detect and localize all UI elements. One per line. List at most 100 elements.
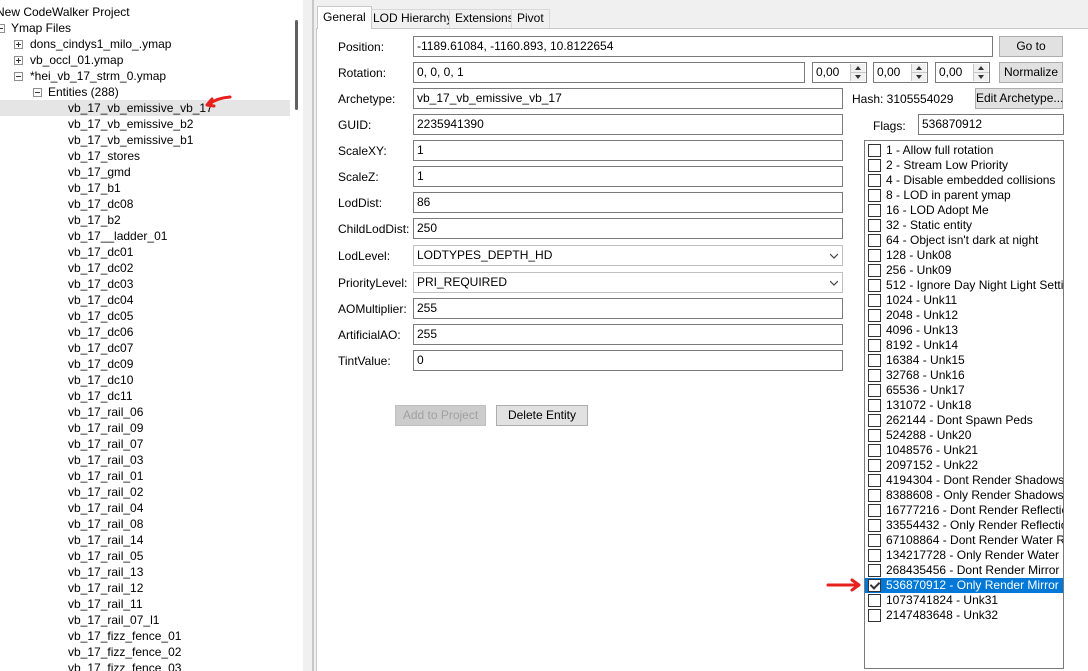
tintvalue-input[interactable]: 0 [413, 350, 843, 371]
checkbox-checked-icon[interactable] [868, 579, 881, 592]
go-to-button[interactable]: Go to [999, 36, 1063, 57]
flag-item[interactable]: 2048 - Unk12 [865, 308, 1063, 323]
flag-item[interactable]: 2147483648 - Unk32 [865, 608, 1063, 623]
flag-item[interactable]: 67108864 - Dont Render Water Reflections [865, 533, 1063, 548]
scalexy-input[interactable]: 1 [413, 140, 843, 161]
checkbox-icon[interactable] [868, 159, 881, 172]
childloddist-input[interactable]: 250 [413, 218, 843, 239]
checkbox-icon[interactable] [868, 564, 881, 577]
tree-node-entity[interactable]: vb_17_rail_07_l1 [0, 612, 290, 628]
checkbox-icon[interactable] [868, 339, 881, 352]
flag-item[interactable]: 1073741824 - Unk31 [865, 593, 1063, 608]
tree-node-entity[interactable]: vb_17_rail_11 [0, 596, 290, 612]
tree-node-entity[interactable]: vb_17_fizz_fence_02 [0, 644, 290, 660]
checkbox-icon[interactable] [868, 324, 881, 337]
tree-node-entity[interactable]: vb_17_vb_emissive_b2 [0, 116, 290, 132]
tree-node-entity[interactable]: vb_17_rail_02 [0, 484, 290, 500]
tree-node-entity[interactable]: vb_17_dc07 [0, 340, 290, 356]
tab-extensions[interactable]: Extensions [449, 9, 520, 28]
tree-node-entity[interactable]: vb_17_rail_06 [0, 404, 290, 420]
tree-node-entity[interactable]: vb_17_gmd [0, 164, 290, 180]
checkbox-icon[interactable] [868, 354, 881, 367]
tree-node-entity[interactable]: vb_17_dc08 [0, 196, 290, 212]
flag-item[interactable]: 33554432 - Only Render Reflections [865, 518, 1063, 533]
flag-item[interactable]: 524288 - Unk20 [865, 428, 1063, 443]
tree-node-entity[interactable]: vb_17_fizz_fence_03 [0, 660, 290, 671]
checkbox-icon[interactable] [868, 279, 881, 292]
artificialao-input[interactable]: 255 [413, 324, 843, 345]
rotation-x-stepper[interactable]: 0,00 [812, 62, 867, 83]
tree-node-entity[interactable]: vb_17_rail_03 [0, 452, 290, 468]
chevron-down-icon[interactable] [830, 279, 838, 287]
checkbox-icon[interactable] [868, 414, 881, 427]
rotation-y-stepper[interactable]: 0,00 [873, 62, 928, 83]
tree-node-entity[interactable]: vb_17_rail_14 [0, 532, 290, 548]
tree-node-entity[interactable]: vb_17_vb_emissive_vb_17 [0, 100, 290, 116]
rotation-input[interactable]: 0, 0, 0, 1 [413, 62, 805, 83]
delete-entity-button[interactable]: Delete Entity [496, 405, 588, 426]
flag-item[interactable]: 256 - Unk09 [865, 263, 1063, 278]
flag-item[interactable]: 16384 - Unk15 [865, 353, 1063, 368]
spin-up-icon[interactable] [916, 66, 922, 70]
tab-pivot[interactable]: Pivot [511, 9, 550, 28]
tree-node-entity[interactable]: vb_17_rail_13 [0, 564, 290, 580]
flag-item[interactable]: 16777216 - Dont Render Reflections [865, 503, 1063, 518]
flag-item[interactable]: 8388608 - Only Render Shadows [865, 488, 1063, 503]
tree-node-entity[interactable]: vb_17_dc01 [0, 244, 290, 260]
tree-node-entity[interactable]: vb_17_dc09 [0, 356, 290, 372]
tree-node-project[interactable]: New CodeWalker Project [0, 4, 290, 20]
spin-down-icon[interactable] [916, 75, 922, 79]
spin-up-icon[interactable] [978, 66, 984, 70]
normalize-button[interactable]: Normalize [999, 62, 1063, 83]
checkbox-icon[interactable] [868, 489, 881, 502]
tree-node-entity[interactable]: vb_17_rail_07 [0, 436, 290, 452]
flag-item[interactable]: 1 - Allow full rotation [865, 143, 1063, 158]
flag-item[interactable]: 1048576 - Unk21 [865, 443, 1063, 458]
flag-item[interactable]: 8 - LOD in parent ymap [865, 188, 1063, 203]
chevron-down-icon[interactable] [830, 252, 838, 260]
checkbox-icon[interactable] [868, 459, 881, 472]
flag-item[interactable]: 8192 - Unk14 [865, 338, 1063, 353]
tab-general[interactable]: General [317, 6, 372, 29]
tree-node-ymap-file[interactable]: vb_occl_01.ymap [0, 52, 290, 68]
spin-buttons[interactable] [911, 64, 927, 81]
spin-buttons[interactable] [973, 64, 989, 81]
spin-buttons[interactable] [850, 64, 866, 81]
flag-item[interactable]: 536870912 - Only Render Mirror Reflectio… [865, 578, 1063, 593]
checkbox-icon[interactable] [868, 144, 881, 157]
flag-item[interactable]: 1024 - Unk11 [865, 293, 1063, 308]
tree-node-ymap-file[interactable]: *hei_vb_17_strm_0.ymap [0, 68, 290, 84]
tree-node-entity[interactable]: vb_17__ladder_01 [0, 228, 290, 244]
flag-item[interactable]: 64 - Object isn't dark at night [865, 233, 1063, 248]
flag-item[interactable]: 2097152 - Unk22 [865, 458, 1063, 473]
tree-node-entity[interactable]: vb_17_rail_12 [0, 580, 290, 596]
tree-node-ymap-files[interactable]: Ymap Files [0, 20, 290, 36]
flag-item[interactable]: 65536 - Unk17 [865, 383, 1063, 398]
add-to-project-button[interactable]: Add to Project [395, 405, 486, 426]
expand-icon[interactable] [14, 56, 23, 65]
flag-item[interactable]: 2 - Stream Low Priority [865, 158, 1063, 173]
rotation-z-stepper[interactable]: 0,00 [935, 62, 990, 83]
checkbox-icon[interactable] [868, 534, 881, 547]
checkbox-icon[interactable] [868, 549, 881, 562]
flag-item[interactable]: 268435456 - Dont Render Mirror Reflectio… [865, 563, 1063, 578]
lodlevel-select[interactable]: LODTYPES_DEPTH_HD [413, 245, 843, 266]
flag-item[interactable]: 262144 - Dont Spawn Peds [865, 413, 1063, 428]
tree-node-entity[interactable]: vb_17_dc04 [0, 292, 290, 308]
tab-lod-hierarchy[interactable]: LOD Hierarchy [367, 9, 459, 28]
spin-down-icon[interactable] [978, 75, 984, 79]
archetype-input[interactable]: vb_17_vb_emissive_vb_17 [413, 88, 843, 109]
loddist-input[interactable]: 86 [413, 192, 843, 213]
tree-node-entity[interactable]: vb_17_dc03 [0, 276, 290, 292]
tree-node-entity[interactable]: vb_17_rail_01 [0, 468, 290, 484]
checkbox-icon[interactable] [868, 444, 881, 457]
tree-node-entity[interactable]: vb_17_dc11 [0, 388, 290, 404]
tree-node-entity[interactable]: vb_17_dc10 [0, 372, 290, 388]
tree-node-entity[interactable]: vb_17_rail_08 [0, 516, 290, 532]
checkbox-icon[interactable] [868, 519, 881, 532]
checkbox-icon[interactable] [868, 369, 881, 382]
flag-item[interactable]: 134217728 - Only Render Water Reflection… [865, 548, 1063, 563]
prioritylevel-select[interactable]: PRI_REQUIRED [413, 272, 843, 293]
tree-node-entity[interactable]: vb_17_dc05 [0, 308, 290, 324]
expand-icon[interactable] [14, 40, 23, 49]
